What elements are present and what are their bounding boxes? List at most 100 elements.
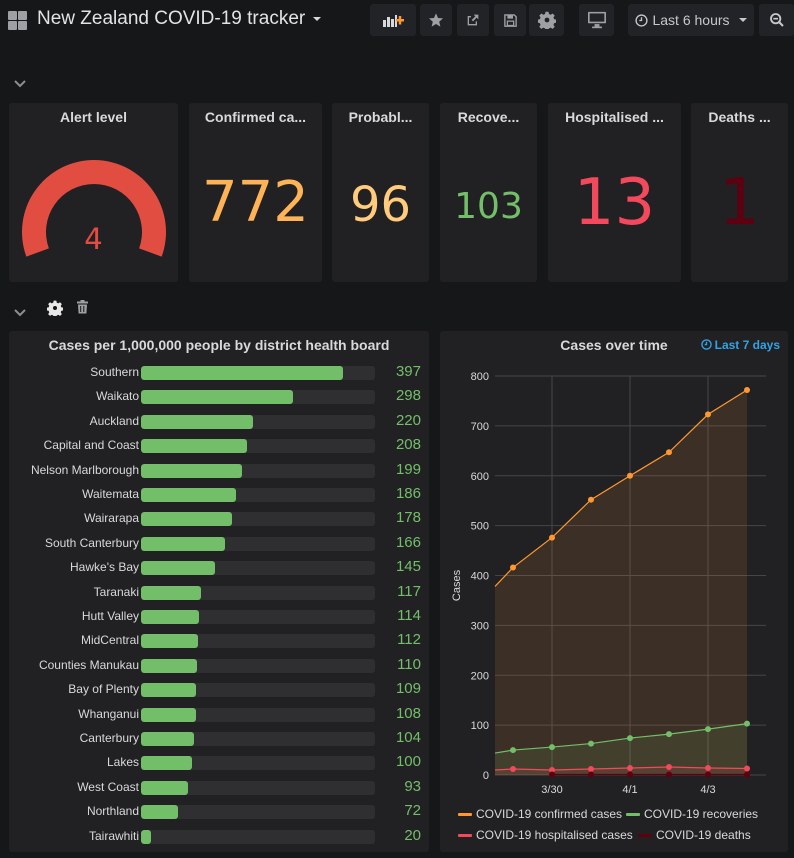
legend-label: COVID-19 recoveries	[644, 807, 759, 821]
bar-fill	[141, 780, 189, 795]
star-button[interactable]	[420, 4, 452, 36]
data-point	[705, 765, 711, 772]
recovered-panel: Recove... 103	[440, 103, 537, 282]
panel-title: Cases per 1,000,000 people by district h…	[48, 337, 390, 353]
legend-item[interactable]: COVID-19 hospitalised cases	[458, 828, 633, 842]
bar-fill	[141, 463, 243, 478]
bar-value: 117	[397, 582, 421, 600]
bar-value: 110	[397, 655, 421, 673]
dhb-label: Hawke's Bay	[70, 560, 139, 575]
bar-gauge-row: Hawke's Bay 145	[9, 558, 429, 579]
bar-track	[141, 756, 375, 771]
bar-value: 72	[404, 802, 421, 820]
data-point	[744, 771, 750, 778]
deaths-panel: Deaths ... 1	[691, 103, 788, 282]
bar-value: 114	[397, 607, 421, 624]
zoom-out-button[interactable]	[759, 4, 794, 36]
data-point	[510, 564, 516, 571]
bar-fill	[141, 610, 199, 624]
y-tick-label: 700	[471, 421, 489, 433]
data-point	[549, 744, 555, 751]
legend-swatch	[638, 834, 652, 838]
bar-track	[141, 805, 375, 820]
bar-fill	[141, 732, 194, 746]
data-point	[744, 765, 750, 772]
bar-fill	[141, 634, 198, 649]
bar-value: 178	[395, 509, 421, 527]
bar-fill	[141, 366, 343, 380]
dhb-cases-panel: Cases per 1,000,000 people by district h…	[9, 331, 429, 852]
bar-track	[141, 536, 375, 551]
data-point	[666, 731, 672, 738]
trash-icon	[77, 300, 88, 314]
legend-item[interactable]: COVID-19 recoveries	[626, 807, 758, 821]
bar-track	[141, 658, 375, 673]
save-icon	[503, 13, 517, 27]
settings-button[interactable]	[529, 4, 564, 36]
bar-value: 145	[395, 558, 421, 576]
bar-track	[141, 707, 375, 722]
bar-value: 108	[395, 704, 421, 722]
dhb-label: Hutt Valley	[81, 609, 139, 623]
bar-gauge-row: Lakes 100	[9, 753, 429, 774]
monitor-icon	[587, 11, 606, 29]
row-settings-button[interactable]	[46, 300, 64, 321]
bar-value: 109	[395, 680, 421, 698]
star-icon	[429, 13, 443, 27]
add-panel-button[interactable]	[370, 4, 416, 36]
series-area	[495, 389, 747, 775]
legend-swatch	[458, 813, 472, 817]
save-button[interactable]	[494, 4, 526, 36]
data-point	[705, 726, 711, 733]
dhb-label: Southern	[90, 365, 139, 379]
chevron-down-icon	[14, 80, 26, 88]
bar-gauge-row: Whanganui 108	[9, 704, 429, 726]
bar-value: 397	[395, 363, 421, 380]
time-range-picker[interactable]: Last 6 hours	[628, 4, 754, 36]
dhb-label: Lakes	[106, 755, 139, 770]
row-collapse-toggle[interactable]	[14, 75, 26, 93]
y-tick-label: 800	[471, 371, 489, 383]
panel-title: Recove...	[457, 109, 520, 125]
cases-over-time-panel: Cases over time Last 7 days 0 100 200 300 40…	[440, 331, 788, 852]
dashboard-title[interactable]: New Zealand COVID-19 tracker	[37, 8, 322, 30]
legend-label: COVID-19 confirmed cases	[476, 807, 623, 821]
dhb-label: Nelson Marlborough	[30, 462, 139, 477]
bar-fill	[141, 414, 253, 429]
x-tick-label: 4/3	[700, 784, 715, 796]
y-tick-label: 600	[471, 471, 489, 483]
bar-track	[141, 414, 375, 429]
panel-title: Deaths ...	[708, 109, 771, 125]
dhb-label: Taranaki	[93, 584, 139, 599]
bar-gauge-row: South Canterbury 166	[9, 534, 429, 555]
legend-item[interactable]: COVID-19 confirmed cases	[458, 807, 622, 821]
bar-track	[141, 829, 375, 844]
share-button[interactable]	[457, 4, 489, 36]
panel-title: Confirmed ca...	[204, 109, 307, 125]
bar-track	[141, 463, 375, 478]
data-point	[666, 771, 672, 778]
row-delete-button[interactable]	[77, 300, 88, 319]
bar-value: 220	[395, 411, 421, 429]
dhb-label: Bay of Plenty	[68, 682, 139, 697]
row-collapse-toggle[interactable]	[14, 304, 26, 322]
bar-fill	[141, 439, 247, 454]
dhb-label: Northland	[86, 804, 139, 819]
legend-item[interactable]: COVID-19 deaths	[638, 828, 751, 842]
share-icon	[467, 14, 479, 26]
dhb-label: Canterbury	[79, 731, 139, 745]
dashboards-icon[interactable]	[8, 11, 27, 30]
bar-gauge-row: Northland 72	[9, 802, 429, 823]
bar-value: 93	[404, 777, 421, 795]
bar-track	[141, 488, 375, 502]
bar-fill	[141, 805, 178, 820]
y-axis-label: Cases	[451, 569, 463, 601]
dhb-label: Waikato	[96, 389, 139, 404]
bar-gauge-row: Wairarapa 178	[9, 509, 429, 530]
cases-chart[interactable]: 0 100 200 300 400 500 600 700 800 3/30 4/1 4/3 Cases	[440, 331, 788, 852]
add-panel-icon	[383, 15, 404, 27]
bar-value: 100	[395, 753, 421, 771]
hospitalised-value: 13	[573, 166, 656, 240]
tv-mode-button[interactable]	[579, 4, 614, 36]
dhb-label: Tairawhiti	[88, 828, 139, 843]
